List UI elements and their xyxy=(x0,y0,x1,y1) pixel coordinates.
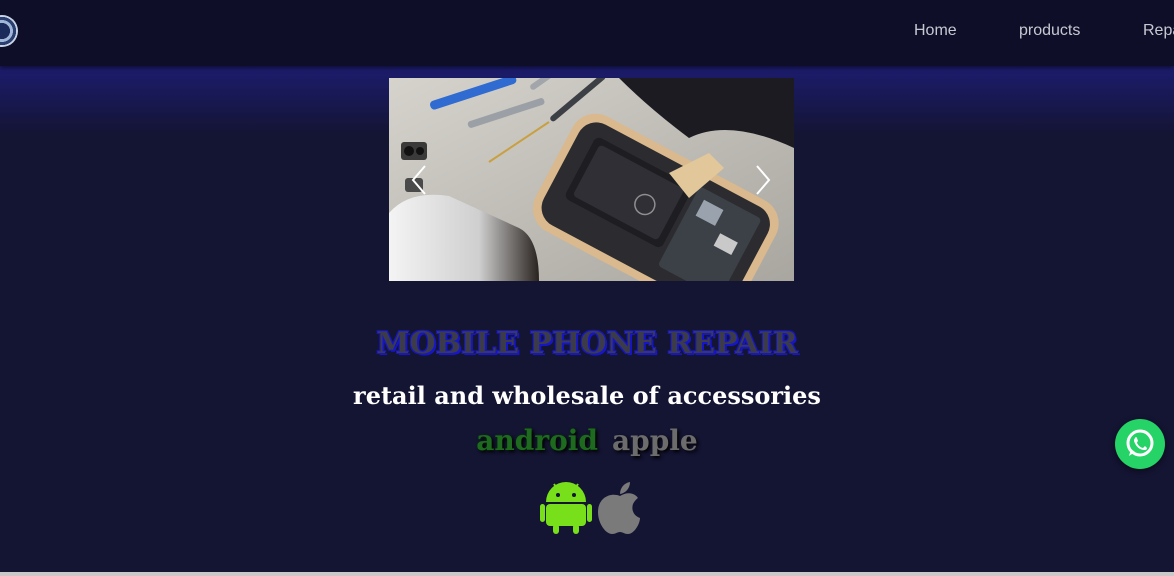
brand-labels: android apple xyxy=(0,424,1174,457)
brand-icons xyxy=(540,482,640,534)
chevron-right-icon[interactable] xyxy=(753,164,773,196)
nav-links: Home products Repa xyxy=(0,0,1174,66)
hero-subtitle: retail and wholesale of accessories xyxy=(353,381,821,410)
carousel-slide-image xyxy=(389,78,794,281)
page-bottom-divider xyxy=(0,572,1174,576)
brand-android-label: android xyxy=(476,424,598,457)
nav-link-repairs[interactable]: Repa xyxy=(1143,22,1174,40)
whatsapp-icon xyxy=(1126,429,1154,457)
chevron-left-icon[interactable] xyxy=(409,164,429,196)
navbar: Home products Repa xyxy=(0,0,1174,66)
brand-apple-label: apple xyxy=(611,424,698,457)
hero-title: MOBILE PHONE REPAIR xyxy=(376,326,798,361)
whatsapp-button[interactable] xyxy=(1115,419,1165,469)
android-icon xyxy=(540,482,592,534)
apple-icon xyxy=(598,482,640,534)
nav-link-products[interactable]: products xyxy=(1019,22,1080,40)
nav-link-home[interactable]: Home xyxy=(914,22,957,40)
image-carousel xyxy=(389,78,794,281)
